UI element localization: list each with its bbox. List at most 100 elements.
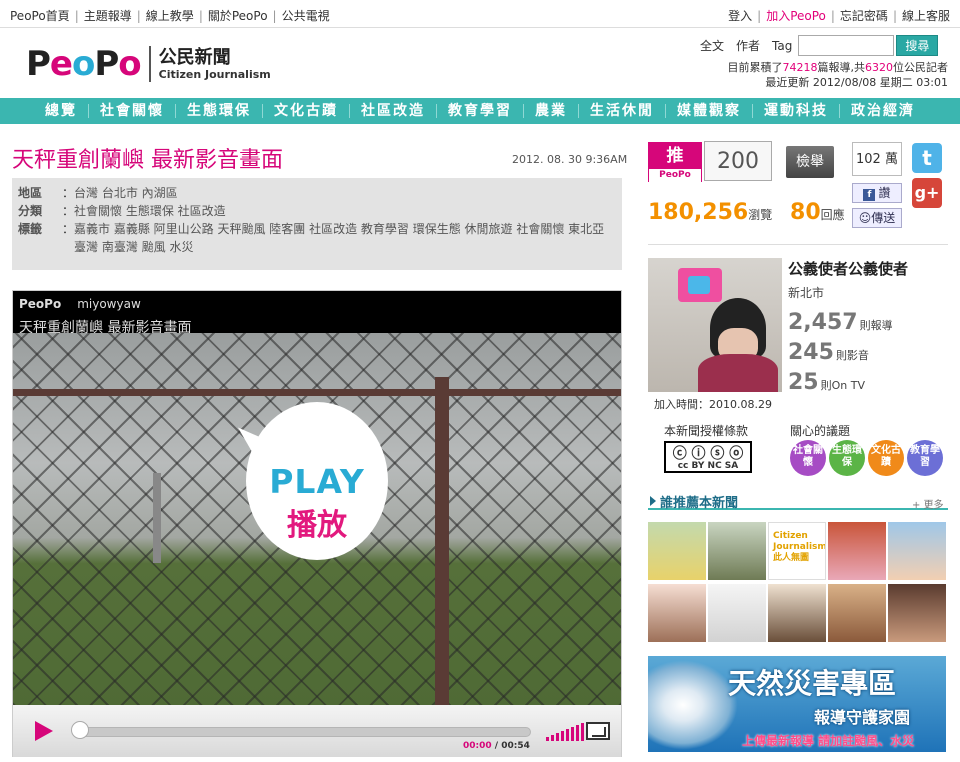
video-brand: PeoPo miyowyaw	[19, 297, 141, 311]
top-bar: PeoPo首頁 | 主題報導 | 線上教學 | 關於PeoPo | 公共電視 登入 | 加入PeoP…	[0, 0, 960, 28]
article-meta: 地區：台灣 台北市 內湖區 分類：社會關懷 生態環保 社區改造 標籤：嘉義市 嘉…	[12, 178, 622, 270]
last-updated: 最近更新 2012/08/08 星期二 03:01	[765, 76, 948, 89]
topic-culture[interactable]: 文化古蹟	[868, 440, 904, 476]
video-time: 00:00 / 00:54	[463, 741, 530, 751]
author-videos: 245 則影音	[788, 340, 869, 365]
arrow-right-icon	[650, 496, 656, 506]
nav-item[interactable]: 總覽	[34, 98, 88, 124]
search-area: 全文 作者 Tag 搜尋	[700, 35, 939, 56]
region-value[interactable]: 台灣 台北市 內湖區	[74, 184, 178, 202]
banner-title: 天然災害專區	[728, 667, 897, 700]
tags-value[interactable]: 嘉義市 嘉義縣 阿里山公路 天秤颱風 陸客團 社區改造 教育學習 環保生態 休閒…	[74, 220, 614, 256]
top-link-about[interactable]: 關於PeoPo	[208, 9, 268, 23]
article-date: 2012. 08. 30 9:36AM	[512, 153, 628, 166]
report-button[interactable]: 檢舉	[786, 146, 834, 178]
fb-like-button[interactable]: f讚	[852, 183, 902, 203]
nav-item[interactable]: 生活休閒	[579, 98, 665, 124]
support-link[interactable]: 線上客服	[902, 9, 950, 23]
author-reports: 2,457 則報導	[788, 310, 893, 335]
forgot-password-link[interactable]: 忘記密碼	[840, 9, 888, 23]
author-ontv: 25 則On TV	[788, 370, 865, 395]
view-count: 180,256	[648, 200, 749, 225]
play-label-cn[interactable]: 播放	[262, 500, 372, 544]
nav-item[interactable]: 社會關懷	[89, 98, 175, 124]
top-link-home[interactable]: PeoPo首頁	[10, 9, 70, 23]
category-value[interactable]: 社會關懷 生態環保 社區改造	[74, 202, 226, 220]
recommender-avatar[interactable]	[708, 522, 766, 580]
join-link[interactable]: 加入PeoPo	[766, 9, 826, 23]
recommender-avatar[interactable]	[648, 522, 706, 580]
author-avatar[interactable]	[648, 258, 782, 392]
nav-item[interactable]: 農業	[524, 98, 578, 124]
article-stats: 180,256瀏覽 80回應	[648, 200, 845, 225]
volume-icon[interactable]	[546, 723, 584, 741]
site-logo[interactable]: PeoPo 公民新聞 Citizen Journalism	[26, 44, 271, 84]
recommender-avatar[interactable]	[768, 584, 826, 642]
play-label-en[interactable]: PLAY	[262, 462, 372, 501]
recommender-avatar[interactable]	[828, 522, 886, 580]
recommender-avatar[interactable]	[708, 584, 766, 642]
author-name[interactable]: 公義使者公義使者	[788, 258, 908, 279]
recommender-avatar[interactable]	[888, 584, 946, 642]
top-link-topics[interactable]: 主題報導	[84, 9, 132, 23]
top-nav-left: PeoPo首頁 | 主題報導 | 線上教學 | 關於PeoPo | 公共電視	[10, 9, 330, 23]
logo-brand: PeoPo	[26, 44, 142, 84]
topic-social[interactable]: 社會關懷	[790, 440, 826, 476]
nav-item[interactable]: 媒體觀察	[666, 98, 752, 124]
nav-item[interactable]: 政治經濟	[840, 98, 926, 124]
play-icon[interactable]	[35, 721, 53, 741]
nav-item[interactable]: 教育學習	[437, 98, 523, 124]
video-controls: 00:00 / 00:54	[13, 705, 621, 757]
top-link-tutorial[interactable]: 線上教學	[146, 9, 194, 23]
topics-label: 關心的議題	[790, 424, 851, 438]
fullscreen-icon[interactable]	[586, 722, 610, 740]
banner-note: 上傳最新報導 請加註颱風、水災	[742, 734, 915, 748]
author-location: 新北市	[788, 286, 825, 300]
share-icon: ☺	[858, 211, 872, 225]
more-link[interactable]: + 更多	[912, 496, 944, 511]
region-label: 地區	[18, 186, 43, 200]
login-link[interactable]: 登入	[728, 9, 752, 23]
banner-subtitle: 報導守護家園	[814, 708, 911, 727]
recommenders-title: 誰推薦本新聞	[660, 496, 739, 511]
main-nav: 總覽 社會關懷 生態環保 文化古蹟 社區改造 教育學習 農業 生活休閒 媒體觀察 運動科技 政治經濟	[0, 98, 960, 124]
top-link-pts[interactable]: 公共電視	[282, 9, 330, 23]
recommender-avatar[interactable]	[648, 584, 706, 642]
reply-count: 80	[790, 200, 821, 225]
push-button[interactable]: 推 PeoPo	[648, 142, 702, 182]
article-title: 天秤重創蘭嶼 最新影音畫面	[12, 148, 283, 173]
nav-item[interactable]: 文化古蹟	[263, 98, 349, 124]
topic-ecology[interactable]: 生態環保	[829, 440, 865, 476]
nav-item[interactable]: 生態環保	[176, 98, 262, 124]
seek-handle[interactable]	[71, 721, 89, 739]
logo-cn: 公民新聞	[158, 46, 231, 68]
fb-like-count: 102 萬	[852, 142, 902, 176]
seek-bar[interactable]	[77, 727, 531, 737]
search-option-author[interactable]: 作者	[736, 37, 760, 54]
category-label: 分類	[18, 204, 43, 218]
facebook-icon: f	[863, 189, 876, 201]
cc-license-icon[interactable]: ⓒ ⓘ ⓢ ⓞ cc BY NC SA	[664, 441, 752, 473]
recommender-avatar[interactable]: Citizen Journalism 此人無圖	[768, 522, 826, 580]
search-option-fulltext[interactable]: 全文	[700, 37, 724, 54]
nav-item[interactable]: 運動科技	[753, 98, 839, 124]
twitter-icon[interactable]: t	[912, 143, 942, 173]
search-button[interactable]: 搜尋	[896, 35, 939, 56]
recommender-avatar[interactable]	[888, 522, 946, 580]
author-joined: 加入時間：2010.08.29	[654, 398, 772, 411]
logo-en: Citizen Journalism	[158, 67, 271, 81]
search-input[interactable]	[798, 35, 895, 56]
site-stats: 目前累積了74218篇報導,共6320位公民記者 最近更新 2012/08/08…	[727, 61, 949, 89]
google-plus-icon[interactable]: g+	[912, 178, 942, 208]
tags-label: 標籤	[18, 222, 43, 236]
push-count: 200	[704, 141, 772, 181]
disaster-banner[interactable]: 天然災害專區 報導守護家園 上傳最新報導 請加註颱風、水災	[648, 656, 946, 752]
topic-education[interactable]: 教育學習	[907, 440, 943, 476]
recommender-avatar[interactable]	[828, 584, 886, 642]
nav-item[interactable]: 社區改造	[350, 98, 436, 124]
top-nav-right: 登入 | 加入PeoPo | 忘記密碼 | 線上客服	[728, 9, 950, 23]
journalist-count: 6320	[865, 61, 893, 74]
share-button[interactable]: ☺傳送	[852, 208, 902, 228]
search-option-tag[interactable]: Tag	[772, 39, 792, 53]
report-count: 74218	[782, 61, 818, 74]
